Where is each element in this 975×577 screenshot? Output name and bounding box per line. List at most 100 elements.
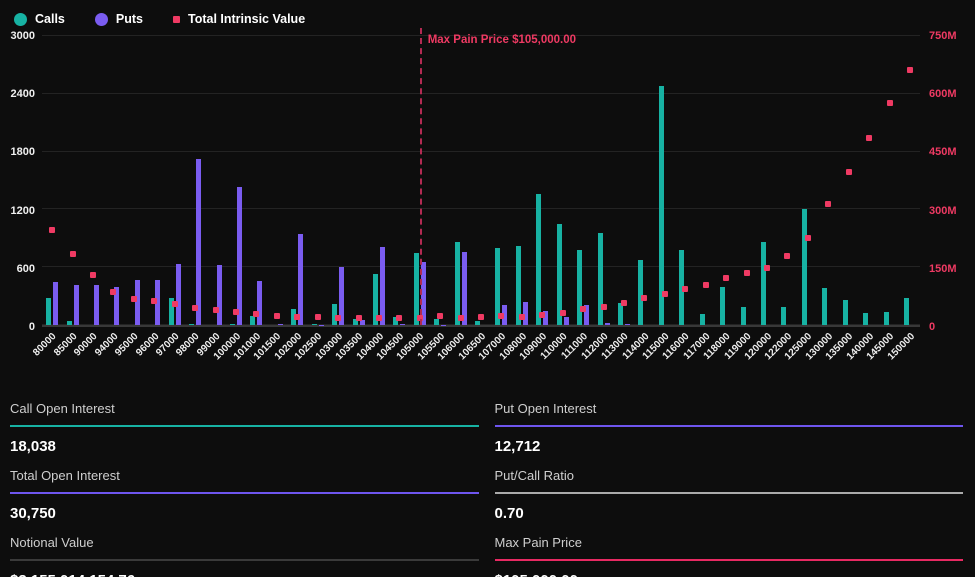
strike-group-114000 <box>634 36 654 325</box>
intrinsic-value-point[interactable] <box>131 296 137 302</box>
intrinsic-value-point[interactable] <box>682 286 688 292</box>
puts-bar[interactable] <box>53 282 58 325</box>
intrinsic-value-point[interactable] <box>478 314 484 320</box>
stat-value: 0.70 <box>495 505 964 522</box>
left-axis-tick: 2400 <box>11 88 35 100</box>
intrinsic-value-point[interactable] <box>110 289 116 295</box>
intrinsic-value-point[interactable] <box>90 272 96 278</box>
puts-bar[interactable] <box>176 264 181 325</box>
intrinsic-value-point[interactable] <box>723 275 729 281</box>
calls-bar[interactable] <box>863 313 868 325</box>
stat-card-total-open-interest: Total Open Interest30,750 <box>10 459 479 522</box>
intrinsic-value-point[interactable] <box>172 301 178 307</box>
calls-bar[interactable] <box>781 307 786 325</box>
intrinsic-value-point[interactable] <box>784 253 790 259</box>
calls-bar[interactable] <box>659 86 664 325</box>
puts-bar[interactable] <box>217 265 222 325</box>
intrinsic-value-point[interactable] <box>846 169 852 175</box>
intrinsic-value-point[interactable] <box>907 67 913 73</box>
calls-bar[interactable] <box>67 321 72 325</box>
intrinsic-value-point[interactable] <box>396 315 402 321</box>
intrinsic-value-point[interactable] <box>805 235 811 241</box>
legend-item-calls[interactable]: Calls <box>14 12 65 26</box>
intrinsic-value-point[interactable] <box>335 315 341 321</box>
intrinsic-value-point[interactable] <box>49 227 55 233</box>
intrinsic-value-point[interactable] <box>641 295 647 301</box>
left-axis-tick: 1800 <box>11 146 35 158</box>
calls-bar[interactable] <box>312 324 317 325</box>
intrinsic-value-point[interactable] <box>192 305 198 311</box>
puts-bar[interactable] <box>74 285 79 325</box>
calls-bar[interactable] <box>700 314 705 325</box>
calls-bar[interactable] <box>475 321 480 325</box>
intrinsic-value-point[interactable] <box>437 313 443 319</box>
calls-bar[interactable] <box>577 250 582 325</box>
intrinsic-value-point[interactable] <box>662 291 668 297</box>
puts-bar[interactable] <box>94 285 99 325</box>
calls-bar[interactable] <box>822 288 827 325</box>
calls-bar[interactable] <box>414 253 419 325</box>
intrinsic-value-point[interactable] <box>253 311 259 317</box>
puts-bar[interactable] <box>257 281 262 325</box>
intrinsic-value-point[interactable] <box>601 304 607 310</box>
puts-bar[interactable] <box>462 252 467 325</box>
calls-bar[interactable] <box>46 298 51 325</box>
max-pain-label: Max Pain Price $105,000.00 <box>428 34 576 46</box>
calls-bar[interactable] <box>434 319 439 325</box>
puts-bar[interactable] <box>237 187 242 325</box>
calls-bar[interactable] <box>638 260 643 325</box>
calls-bar[interactable] <box>618 303 623 325</box>
strike-group-103000 <box>328 36 348 325</box>
calls-bar[interactable] <box>230 324 235 325</box>
intrinsic-value-point[interactable] <box>70 251 76 257</box>
intrinsic-value-point[interactable] <box>560 310 566 316</box>
intrinsic-value-point[interactable] <box>356 315 362 321</box>
intrinsic-value-point[interactable] <box>764 265 770 271</box>
intrinsic-value-point[interactable] <box>539 312 545 318</box>
calls-bar[interactable] <box>741 307 746 325</box>
puts-bar[interactable] <box>564 317 569 325</box>
calls-bar[interactable] <box>802 209 807 325</box>
intrinsic-value-point[interactable] <box>621 300 627 306</box>
puts-bar[interactable] <box>605 323 610 325</box>
right-y-axis: 0150M300M450M600M750M <box>920 36 975 327</box>
intrinsic-value-point[interactable] <box>274 313 280 319</box>
puts-bar[interactable] <box>135 280 140 325</box>
calls-bar[interactable] <box>536 194 541 325</box>
intrinsic-value-point[interactable] <box>458 315 464 321</box>
intrinsic-value-point[interactable] <box>744 270 750 276</box>
right-axis-tick: 300M <box>929 205 957 217</box>
intrinsic-value-point[interactable] <box>580 306 586 312</box>
intrinsic-value-point[interactable] <box>233 309 239 315</box>
intrinsic-value-point[interactable] <box>866 135 872 141</box>
puts-bar[interactable] <box>625 324 630 325</box>
intrinsic-value-point[interactable] <box>151 298 157 304</box>
calls-bar[interactable] <box>598 233 603 325</box>
puts-bar[interactable] <box>298 234 303 325</box>
calls-bar[interactable] <box>189 324 194 325</box>
puts-bar[interactable] <box>196 159 201 325</box>
intrinsic-value-point[interactable] <box>887 100 893 106</box>
intrinsic-value-point[interactable] <box>498 313 504 319</box>
strike-group-99000 <box>205 36 225 325</box>
legend-item-puts[interactable]: Puts <box>95 12 143 26</box>
calls-bar[interactable] <box>884 312 889 325</box>
calls-bar[interactable] <box>904 298 909 325</box>
intrinsic-value-point[interactable] <box>213 307 219 313</box>
intrinsic-value-point[interactable] <box>703 282 709 288</box>
calls-bar[interactable] <box>250 316 255 325</box>
calls-bar[interactable] <box>843 300 848 325</box>
intrinsic-value-point[interactable] <box>315 314 321 320</box>
puts-bar[interactable] <box>380 247 385 326</box>
puts-bar[interactable] <box>278 324 283 325</box>
intrinsic-value-point[interactable] <box>825 201 831 207</box>
intrinsic-value-point[interactable] <box>376 315 382 321</box>
puts-bar[interactable] <box>400 324 405 325</box>
calls-bar[interactable] <box>720 287 725 325</box>
calls-bar[interactable] <box>455 242 460 325</box>
intrinsic-value-point[interactable] <box>294 314 300 320</box>
intrinsic-value-point[interactable] <box>519 314 525 320</box>
legend-item-total-intrinsic-value[interactable]: Total Intrinsic Value <box>173 12 305 26</box>
stat-label: Put/Call Ratio <box>495 463 964 492</box>
calls-bar[interactable] <box>761 242 766 325</box>
